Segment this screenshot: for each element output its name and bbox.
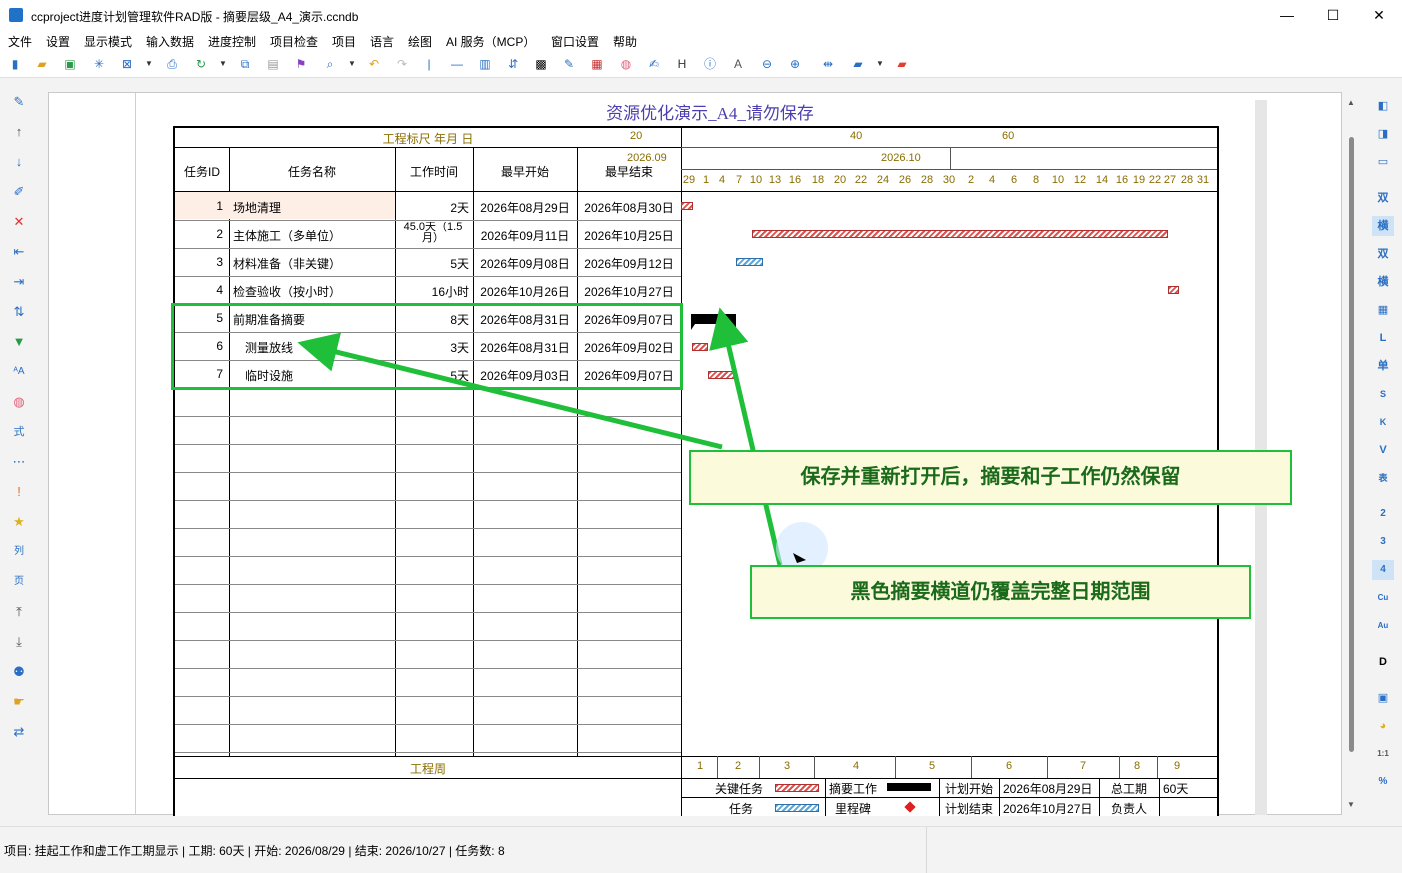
callout-coverage: 黑色摘要横道仍覆盖完整日期范围	[750, 565, 1251, 619]
arrow-to-summary	[709, 307, 783, 566]
status-divider	[926, 827, 927, 873]
status-bar: 项目: 挂起工作和虚工作工期显示 | 工期: 60天 | 开始: 2026/08…	[0, 826, 1402, 873]
callout-retained: 保存并重新打开后，摘要和子工作仍然保留	[689, 450, 1292, 505]
status-text: 项目: 挂起工作和虚工作工期显示 | 工期: 60天 | 开始: 2026/08…	[4, 844, 505, 858]
arrow-to-subtask	[297, 332, 723, 450]
callout-arrows	[297, 307, 828, 574]
